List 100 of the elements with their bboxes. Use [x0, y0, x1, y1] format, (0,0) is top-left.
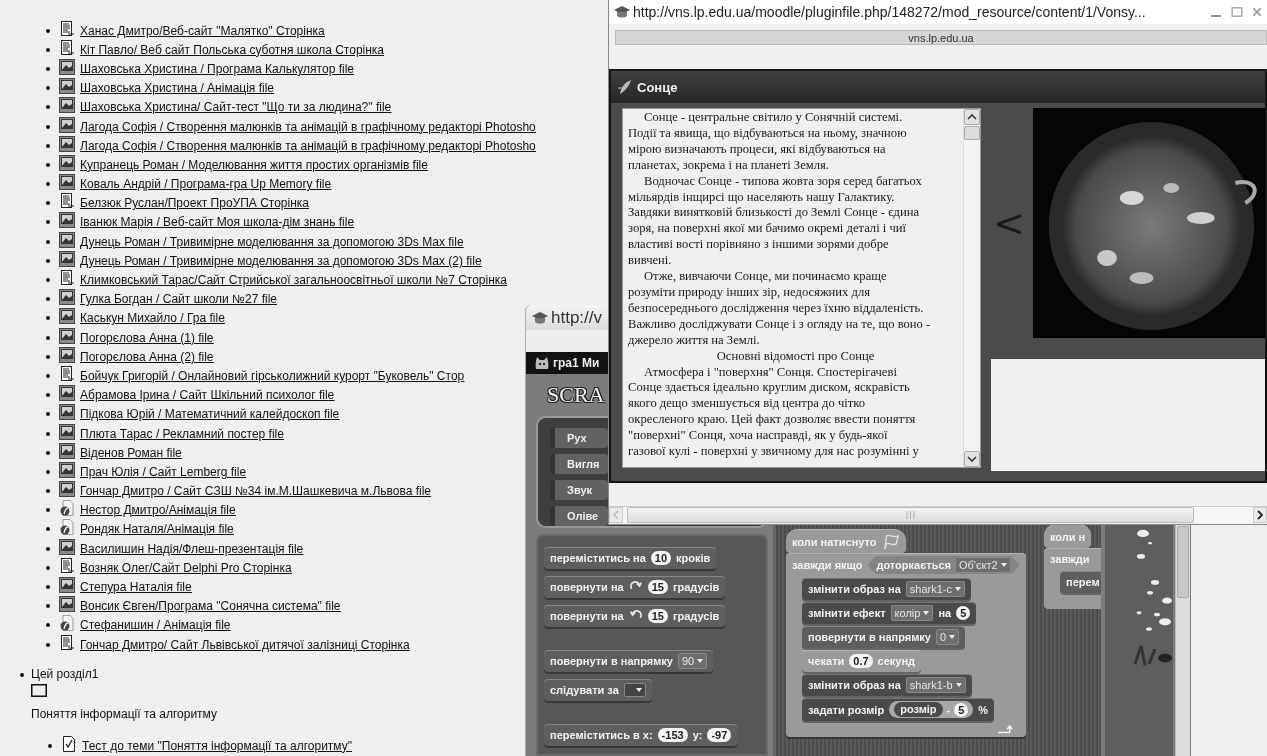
- scrollbar-thumb[interactable]: [964, 126, 980, 140]
- file-link[interactable]: Степура Наталія file: [59, 580, 192, 595]
- file-link[interactable]: Погорєлова Анна (1) file: [59, 330, 214, 345]
- file-link[interactable]: Шаховська Христина / Анімація file: [59, 81, 275, 96]
- file-link[interactable]: Гулка Богдан / Сайт школи №27 file: [59, 292, 277, 307]
- dropdown-field[interactable]: shark1-b: [905, 677, 966, 693]
- category-button[interactable]: Рух: [550, 428, 608, 448]
- file-link[interactable]: Кіт Павло/ Веб сайт Польська суботня школа Сторінка: [59, 42, 385, 57]
- operator-block[interactable]: розмір - 5: [889, 701, 974, 718]
- scroll-up-button[interactable]: [964, 109, 980, 125]
- scroll-right-button[interactable]: [1253, 507, 1267, 523]
- reporter-block[interactable]: розмір: [894, 702, 943, 717]
- dropdown-field[interactable]: 0: [935, 629, 960, 645]
- scroll-left-button[interactable]: [609, 507, 623, 523]
- file-link[interactable]: Дунець Роман / Тривимірне моделювання за допомогою 3Ds Max (2) file: [59, 253, 482, 268]
- file-link[interactable]: Вонсик Євген/Програма "Сонячна система" file: [59, 599, 341, 614]
- scroll-down-button[interactable]: [964, 451, 980, 467]
- quiz-link[interactable]: Тест до теми "Поняття інформації та алгоритму": [61, 738, 352, 753]
- number-input[interactable]: 15: [647, 609, 668, 623]
- file-link[interactable]: Прач Юлія / Сайт Lemberg file: [59, 464, 247, 479]
- number-input[interactable]: 15: [647, 580, 668, 594]
- loop-block[interactable]: завжди перем: [1044, 548, 1101, 609]
- code-block[interactable]: змінити образ на shark1-c: [802, 578, 971, 600]
- category-button[interactable]: Оліве: [550, 506, 608, 526]
- code-block[interactable]: змінити ефект колір на 5: [802, 602, 977, 624]
- bullet-icon: [46, 604, 50, 609]
- loop-block[interactable]: завжди якщо доторкається Об'єкт2 змінити образ на shark1-c змінити ефект колір на 5 повернути в напрямку 0 чекати 0.7 секунд змінити образ на shark1-b задати розмір розмір - 5 %: [786, 553, 1026, 737]
- document-icon: [59, 193, 75, 210]
- file-link[interactable]: Рондяк Наталя/Анімація file: [59, 522, 234, 537]
- code-block[interactable]: перем: [1060, 571, 1101, 593]
- file-link[interactable]: Лагода Софія / Створення малюнків та анімацій в графічному редакторі Photosho: [59, 119, 536, 134]
- dropdown-field[interactable]: shark1-c: [905, 581, 965, 597]
- file-link[interactable]: Шаховська Христина / Програма Калькулятор file: [59, 61, 354, 76]
- scrollbar[interactable]: [963, 109, 980, 467]
- file-link[interactable]: Віденов Роман file: [59, 445, 182, 460]
- number-input[interactable]: 5: [954, 702, 969, 717]
- file-link[interactable]: Абрамова Ірина / Сайт Шкільний психолог file: [59, 388, 335, 403]
- file-link[interactable]: Василишин Надія/Флеш-презентація file: [59, 541, 304, 556]
- document-icon: [59, 39, 75, 56]
- text-line: зоря, на поверхні якої ми бачимо окремі деталі і чиї: [628, 221, 907, 238]
- file-link[interactable]: Купранець Роман / Моделювання життя простих організмів file: [59, 157, 428, 172]
- number-input[interactable]: 5: [956, 606, 971, 620]
- code-block[interactable]: повернути в напрямку 0: [802, 626, 966, 648]
- text-area[interactable]: [622, 108, 981, 468]
- document-icon: [59, 557, 75, 574]
- file-link[interactable]: Гончар Дмитро / Сайт СЗШ №34 ім.М.Шашкевича м.Львова file: [59, 484, 432, 499]
- code-block[interactable]: повернути на 15 градусів: [544, 576, 726, 598]
- dropdown-field[interactable]: Об'єкт2: [954, 557, 1011, 573]
- file-link[interactable]: Гончар Дмитро/ Сайт Львівської дитячої залізниці Сторінка: [59, 637, 410, 652]
- code-block[interactable]: чекати 0.7 секунд: [802, 650, 922, 672]
- code-block[interactable]: переміститись на 10 кроків: [544, 547, 717, 569]
- scrollbar-thumb[interactable]: [1177, 526, 1189, 598]
- file-link[interactable]: Климковський Тарас/Сайт Стрийської загальноосвітньої школи №7 Сторінка: [59, 273, 507, 288]
- file-link[interactable]: Дунець Роман / Тривимірне моделювання за допомогою 3Ds Max file: [59, 234, 464, 249]
- file-link[interactable]: Белзюк Руслан/Проект ПроУПА Сторінка: [59, 196, 310, 211]
- image-icon: [59, 116, 75, 133]
- file-link[interactable]: Ханас Дмитро/Веб-сайт "Малятко" Сторінка: [59, 23, 325, 38]
- number-input[interactable]: -97: [707, 728, 732, 742]
- number-input[interactable]: 0.7: [849, 654, 873, 668]
- category-button[interactable]: Вигля: [550, 454, 608, 474]
- logo: SCRA: [547, 381, 605, 409]
- file-link[interactable]: Плюта Тарас / Рекламний постер file: [59, 426, 284, 441]
- file-link[interactable]: Каськун Михайло / Гра file: [59, 311, 225, 326]
- code-block[interactable]: переміститись в x: -153 y: -97: [544, 724, 738, 746]
- image-icon: [59, 97, 75, 114]
- category-button[interactable]: Звук: [550, 480, 608, 500]
- code-block[interactable]: слідувати за: [544, 679, 652, 701]
- file-link[interactable]: Бойчук Григорій / Онлайновий гірськолижний курорт "Буковель" Стор: [59, 368, 465, 383]
- dropdown-field[interactable]: [623, 683, 646, 697]
- number-input[interactable]: 10: [650, 551, 671, 565]
- flash-file-icon: [59, 500, 75, 517]
- section-title: Цей розділ1: [31, 666, 99, 684]
- code-block[interactable]: повернути в напрямку 90: [544, 650, 714, 672]
- block-label: повернути в напрямку: [550, 655, 673, 667]
- file-link[interactable]: Коваль Андрій / Програма-гра Up Memory file: [59, 177, 332, 192]
- bullet-icon: [46, 162, 50, 167]
- text-line: Сонце здається ідеально круглим диском, яскравість: [628, 380, 910, 397]
- file-link[interactable]: Нестор Дмитро/Анімація file: [59, 503, 236, 518]
- scrollbar[interactable]: [609, 506, 1267, 523]
- dropdown-field[interactable]: колір: [890, 605, 934, 621]
- app-title: Сонце: [637, 79, 678, 95]
- text-line: планетах, зокрема і на планеті Земля.: [628, 157, 829, 174]
- file-link[interactable]: Іванюк Марія / Веб-сайт Моя школа-дім знань file: [59, 215, 355, 230]
- file-link[interactable]: Шаховська Христина/ Сайт-тест "Що ти за людина?" file: [59, 100, 392, 115]
- document-icon: [59, 634, 75, 651]
- code-block[interactable]: задати розмір розмір - 5 %: [802, 698, 995, 721]
- code-block[interactable]: змінити образ на shark1-b: [802, 674, 972, 696]
- code-block[interactable]: повернути на 15 градусів: [544, 605, 726, 627]
- text-line: якого дещо зменшується від центра до чітко: [628, 396, 865, 413]
- condition-block[interactable]: доторкається Об'єкт2: [867, 556, 1020, 574]
- file-link[interactable]: Погорєлова Анна (2) file: [59, 349, 214, 364]
- dropdown-field[interactable]: 90: [677, 653, 708, 669]
- scrollbar[interactable]: [1175, 525, 1190, 756]
- file-link[interactable]: Підкова Юрій / Математичний калейдоскоп file: [59, 407, 340, 422]
- file-link[interactable]: Стефанишин / Анімація file: [59, 618, 231, 633]
- bullet-icon: [46, 527, 50, 532]
- number-input[interactable]: -153: [657, 728, 688, 742]
- scrollbar-thumb[interactable]: [627, 507, 1194, 523]
- file-link[interactable]: Возняк Олег/Сайт Delphi Pro Сторінка: [59, 560, 292, 575]
- file-link[interactable]: Лагода Софія / Створення малюнків та анімацій в графічному редакторі Photosho: [59, 138, 536, 153]
